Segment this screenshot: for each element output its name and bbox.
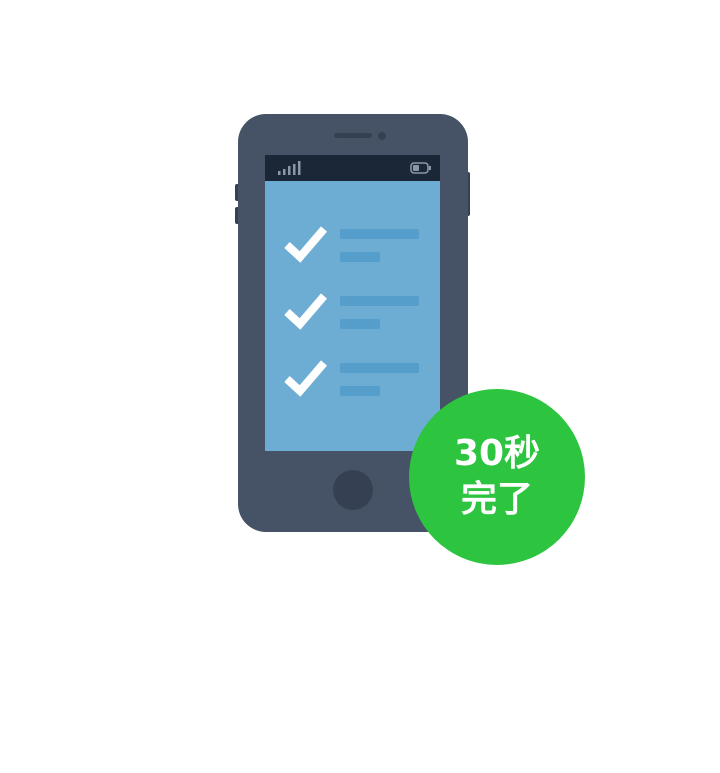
speaker [334, 133, 372, 138]
battery-icon [410, 162, 431, 174]
text-line-placeholder [340, 296, 419, 306]
text-line-placeholder [340, 252, 380, 262]
text-line-placeholder [340, 319, 380, 329]
completion-badge: 30秒 完了 [409, 389, 585, 565]
check-icon [284, 293, 328, 330]
home-button [333, 470, 373, 510]
check-icon [284, 360, 328, 397]
text-line-placeholder [340, 363, 419, 373]
status-bar [265, 155, 440, 181]
signal-icon [278, 161, 301, 175]
check-icon [284, 226, 328, 263]
badge-status: 完了 [460, 479, 533, 520]
badge-time: 30秒 [453, 433, 541, 474]
text-line-placeholder [340, 386, 380, 396]
text-line-placeholder [340, 229, 419, 239]
camera [378, 132, 386, 140]
